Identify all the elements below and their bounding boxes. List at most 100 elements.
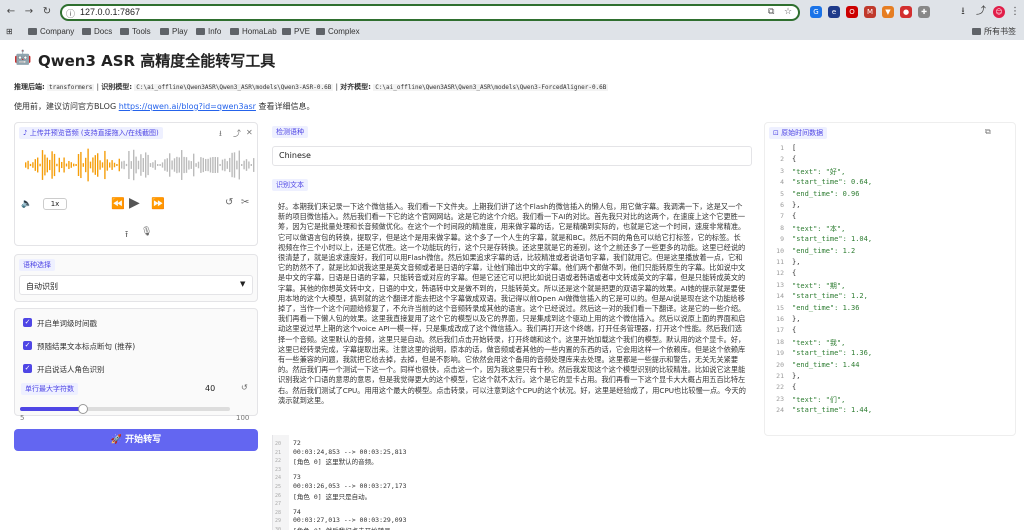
puzzle-icon[interactable]: ✚ [918, 6, 930, 18]
play-icon[interactable]: ▶ [129, 195, 140, 211]
bookmark-info[interactable]: Info [196, 26, 221, 38]
extension-icon[interactable]: e [828, 6, 840, 18]
wave-bar [193, 153, 195, 177]
start-transcribe-button[interactable]: 🚀 开始转写 [14, 429, 258, 451]
wave-bar [171, 160, 173, 170]
forward-skip-icon[interactable]: ⏩ [151, 197, 165, 210]
max-chars-slider[interactable] [20, 404, 230, 414]
bookmarks-bar: ⊞ Company Docs Tools Play Info HomaLab P… [0, 24, 1024, 40]
bookmark-complex[interactable]: Complex [316, 26, 360, 38]
wave-bar [176, 156, 178, 174]
bookmark-homalab[interactable]: HomaLab [230, 26, 277, 38]
speaker-checkbox[interactable]: ✓ [23, 364, 32, 373]
json-line: "text": "我", [792, 338, 846, 347]
punct-split-checkbox[interactable]: ✓ [23, 341, 32, 350]
wave-bar [116, 164, 118, 166]
max-chars-value[interactable]: 40 [205, 384, 215, 393]
waveform[interactable] [15, 143, 259, 187]
json-line: { [792, 212, 797, 221]
speed-button[interactable]: 1x [43, 198, 67, 210]
clear-audio-icon[interactable]: ✕ [246, 128, 253, 137]
wave-bar [51, 151, 53, 179]
lang-select[interactable]: 自动识别 ▼ [19, 275, 253, 295]
json-line-number: 15 [776, 303, 784, 312]
bookmark-label: PVE [294, 27, 311, 36]
srt-line: 74 [293, 507, 301, 516]
trim-icon[interactable]: ✂ [241, 197, 249, 208]
download-icon[interactable]: ⭳ [956, 5, 970, 19]
download-audio-icon[interactable]: ⭳ [219, 128, 222, 142]
back-icon[interactable]: ← [4, 5, 18, 19]
srt-line-number: 22 [275, 458, 282, 465]
forward-icon[interactable]: → [22, 5, 36, 19]
copy-icon[interactable]: ⧉ [985, 127, 991, 137]
bookmark-label: Complex [328, 27, 360, 36]
share-audio-icon[interactable]: ⤴ [233, 128, 241, 139]
wave-bar [217, 157, 219, 173]
srt-output[interactable]: 20 21 22 23 24 25 26 27 28 29 30 72 00:03:24,853 --… [272, 435, 752, 530]
wave-bar [190, 161, 192, 169]
wave-bar [94, 155, 96, 175]
opera-icon[interactable]: O [846, 6, 858, 18]
srt-line: 00:03:26,053 --> 00:03:27,173 [293, 482, 407, 490]
wave-bar [128, 150, 130, 180]
mic-icon[interactable]: 🎙 [141, 227, 152, 237]
bookmark-company[interactable]: Company [28, 26, 74, 38]
wave-bar [221, 159, 224, 171]
apps-icon[interactable]: ⊞ [6, 26, 13, 38]
json-line: [ [792, 144, 797, 152]
wave-bar [159, 164, 161, 166]
wave-bar [130, 161, 132, 169]
blog-link[interactable]: https://qwen.ai/blog?id=qwen3asr [119, 102, 256, 111]
wave-bar [205, 158, 207, 172]
wave-bar [56, 163, 58, 167]
bookmark-play[interactable]: Play [160, 26, 188, 38]
wave-bar [181, 150, 183, 180]
audio-panel: ♪ 上传并预览音频 (支持直接拖入/在线截图) ⭳ ⤴ ✕ 🔈 1x ⏪ ▶ ⏩… [14, 122, 258, 246]
screenshot-icon[interactable]: ⧉ [768, 7, 774, 17]
reload-icon[interactable]: ↻ [40, 5, 54, 19]
bookmark-docs[interactable]: Docs [82, 26, 112, 38]
undo-icon[interactable]: ↺ [225, 197, 233, 208]
info-icon[interactable]: ⓘ [66, 7, 75, 20]
url-bar[interactable]: ⓘ 127.0.0.1:7867 ⧉ ☆ [60, 4, 800, 21]
wave-bar [89, 161, 92, 169]
volume-icon[interactable]: 🔈 [21, 199, 32, 209]
wave-bar [46, 157, 48, 173]
addon-icon[interactable]: ● [900, 6, 912, 18]
json-viewer[interactable]: 1 [2 {3 "text": "好", 4 "start_time": 0.64,… [770, 142, 1010, 432]
json-line: { [792, 383, 797, 392]
upload-icon[interactable]: ⭱ [125, 227, 128, 243]
star-icon[interactable]: ☆ [784, 7, 792, 17]
srt-line-number: 20 [275, 441, 282, 447]
json-line-number: 3 [780, 166, 784, 175]
bookmark-pve[interactable]: PVE [282, 26, 310, 38]
json-line-number: 24 [776, 406, 784, 415]
gmail-icon[interactable]: M [864, 6, 876, 18]
all-bookmarks[interactable]: 所有书签 [972, 26, 1016, 38]
wave-bar [61, 161, 63, 169]
slider-thumb[interactable] [78, 404, 88, 414]
bookmark-tools[interactable]: Tools [120, 26, 151, 38]
translate-icon[interactable]: G [810, 6, 822, 18]
srt-line: 72 [293, 439, 301, 447]
json-line-number: 22 [776, 383, 784, 392]
menu-icon[interactable]: ⋮ [1008, 5, 1022, 19]
wave-bar [233, 152, 236, 178]
detected-lang-value[interactable]: Chinese [272, 146, 752, 166]
transcript-textbox[interactable]: 好。本期我们来记录一下这个微信插入。我们看一下文件夹。上期我们讲了这个Flash… [272, 198, 752, 424]
bookmark-label: Tools [132, 27, 151, 36]
wave-bar [41, 150, 44, 180]
fox-icon[interactable]: ▼ [882, 6, 894, 18]
json-line: "start_time": 1.04, [792, 235, 873, 244]
rewind-icon[interactable]: ⏪ [111, 197, 125, 210]
lang-label: 语种选择 [19, 259, 55, 271]
word-timestamp-checkbox[interactable]: ✓ [23, 318, 32, 327]
wave-bar [37, 157, 39, 173]
reset-icon[interactable]: ↺ [241, 383, 248, 392]
wave-bar [142, 158, 144, 172]
avatar[interactable]: ☺ [993, 6, 1005, 18]
wave-bar [209, 157, 212, 173]
share-icon[interactable]: ⤴ [974, 5, 988, 19]
folder-icon [82, 28, 91, 35]
